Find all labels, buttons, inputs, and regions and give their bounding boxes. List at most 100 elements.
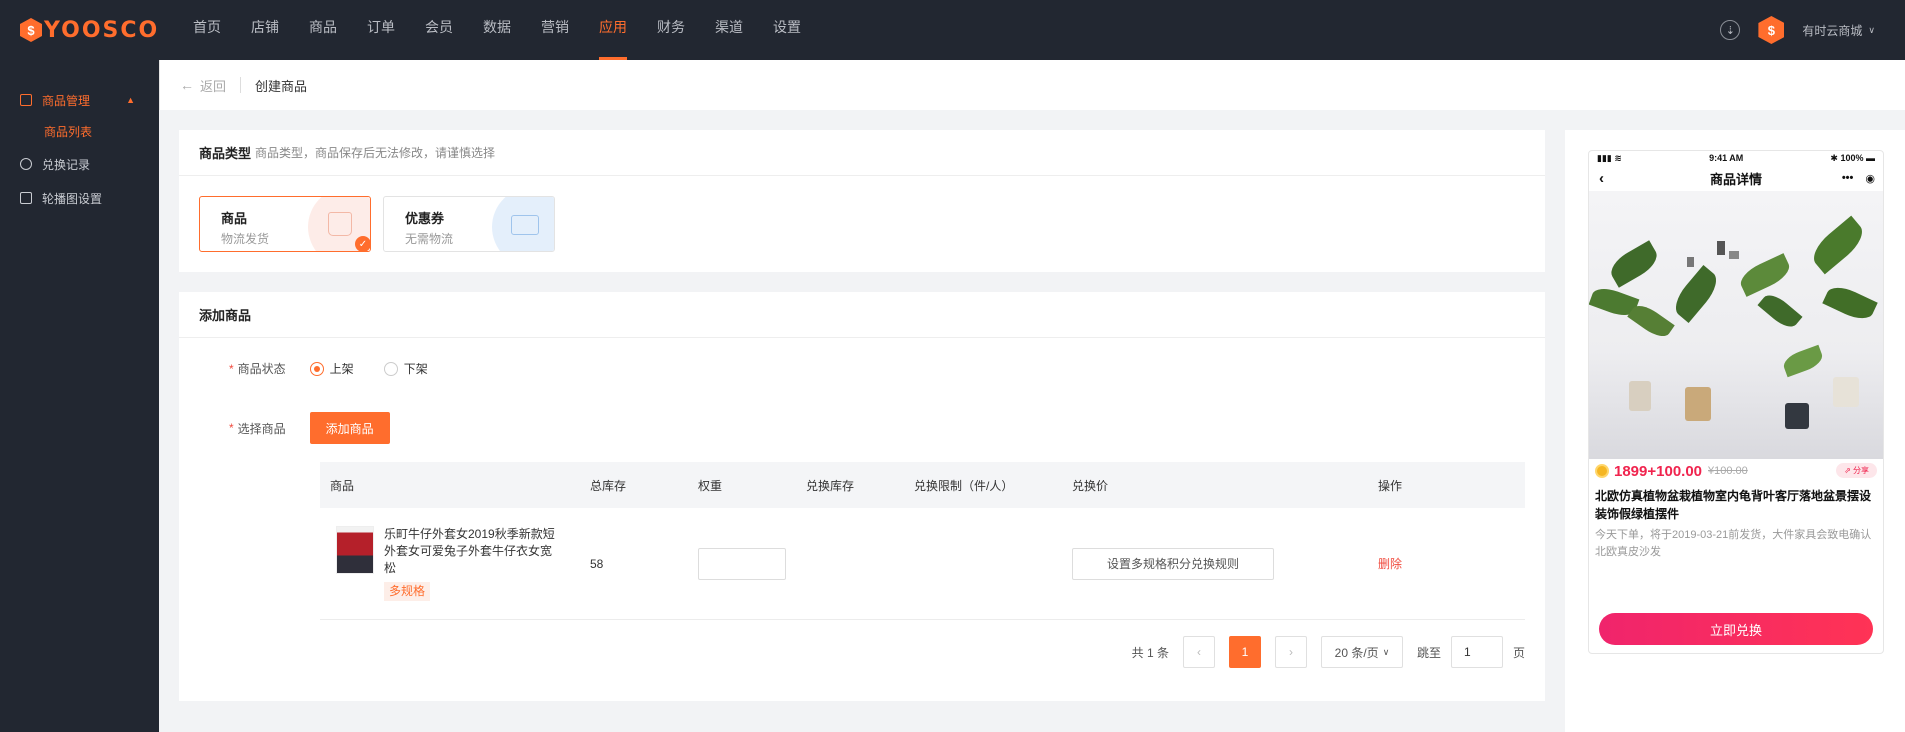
store-avatar[interactable]: $ bbox=[1758, 16, 1785, 44]
download-icon[interactable]: ⇣ bbox=[1720, 20, 1741, 40]
sidebar-item-label: 兑换记录 bbox=[42, 157, 91, 172]
phone-nav-bar: ‹ 商品详情 ••• ◉ bbox=[1589, 165, 1883, 191]
goods-type-title: 商品类型 bbox=[199, 146, 252, 161]
price-value: 1899+100.00 bbox=[1614, 462, 1703, 480]
breadcrumb: ← 返回 创建商品 bbox=[159, 60, 1905, 110]
share-button[interactable]: ⇗ 分享 bbox=[1836, 463, 1877, 478]
phone-status-bar: ▮▮▮ ≋ 9:41 AM ✱ 100% ▬ bbox=[1589, 151, 1883, 165]
carousel-icon bbox=[20, 192, 32, 204]
radio-on-shelf[interactable] bbox=[309, 361, 324, 376]
nav-item-store[interactable]: 店铺 bbox=[236, 0, 294, 60]
set-exchange-rule-button[interactable]: 设置多规格积分兑换规则 bbox=[1072, 547, 1274, 580]
picture-frame bbox=[1687, 257, 1694, 267]
radio-off-shelf-label[interactable]: 下架 bbox=[404, 360, 428, 377]
chevron-down-icon[interactable]: ∨ bbox=[1868, 25, 1875, 36]
sidebar: 商品管理 ▲ 商品列表 兑换记录 轮播图设置 bbox=[0, 60, 159, 732]
total-stock-value: 58 bbox=[590, 556, 604, 571]
goods-management-icon bbox=[20, 94, 32, 106]
product-title: 北欧仿真植物盆栽植物室内龟背叶客厅落地盆景摆设装饰假绿植摆件 bbox=[1595, 489, 1872, 521]
main-nav: 首页 店铺 商品 订单 会员 数据 营销 应用 财务 渠道 设置 bbox=[178, 0, 816, 60]
required-mark: * bbox=[229, 421, 234, 435]
sidebar-item-goods-list[interactable]: 商品列表 bbox=[0, 117, 159, 147]
pager-prev-button[interactable]: ‹ bbox=[1182, 636, 1215, 668]
back-label: 返回 bbox=[200, 78, 227, 94]
breadcrumb-divider bbox=[240, 77, 242, 93]
sidebar-item-carousel-settings[interactable]: 轮播图设置 bbox=[0, 181, 159, 215]
product-desc: 今天下单，将于2019-03-21前发货，大件家具会致电确认北欧真皮沙发 bbox=[1595, 529, 1872, 558]
col-exchange-stock: 兑换库存 bbox=[806, 478, 855, 493]
pager-next-button[interactable]: › bbox=[1274, 636, 1307, 668]
plant-leaf bbox=[1605, 240, 1663, 288]
back-button[interactable]: ← 返回 bbox=[180, 76, 226, 95]
target-icon: ◉ bbox=[1865, 172, 1875, 185]
check-icon: ✓ bbox=[355, 236, 370, 251]
phone-nav-title: 商品详情 bbox=[1709, 171, 1762, 187]
plant-leaf bbox=[1780, 344, 1826, 378]
sidebar-item-label: 轮播图设置 bbox=[42, 191, 103, 206]
table-row: 乐町牛仔外套女2019秋季新款短外套女可爱兔子外套牛仔衣女宽松 多规格 58 设… bbox=[320, 508, 1525, 620]
product-info: 1899+100.00 ¥100.00 ⇗ 分享 北欧仿真植物盆栽植物室内龟背叶… bbox=[1595, 459, 1879, 561]
exchange-now-button[interactable]: 立即兑换 bbox=[1599, 613, 1873, 645]
plant-pot bbox=[1833, 377, 1859, 407]
sidebar-group-goods-management[interactable]: 商品管理 ▲ bbox=[0, 83, 159, 117]
logo[interactable]: $ YOOSCO bbox=[20, 16, 159, 44]
plant-pot bbox=[1629, 381, 1651, 411]
nav-item-marketing[interactable]: 营销 bbox=[526, 0, 584, 60]
coin-icon bbox=[1595, 464, 1609, 478]
plant-pot bbox=[1785, 403, 1809, 429]
add-goods-button[interactable]: 添加商品 bbox=[309, 412, 390, 444]
page-title: 创建商品 bbox=[255, 78, 308, 94]
card-icon bbox=[511, 215, 539, 235]
goods-thumbnail[interactable] bbox=[336, 526, 374, 574]
pager-page-1[interactable]: 1 bbox=[1228, 636, 1261, 668]
page-size-value: 20 条/页 bbox=[1334, 645, 1379, 660]
weight-input[interactable] bbox=[698, 547, 786, 580]
nav-item-finance[interactable]: 财务 bbox=[642, 0, 700, 60]
jump-label: 跳至 bbox=[1416, 645, 1441, 660]
picture-frame bbox=[1717, 241, 1725, 255]
pagination: 共 1 条 ‹ 1 › 20 条/页 ∨ 跳至 1 页 bbox=[1132, 636, 1525, 668]
plant-pot bbox=[1685, 387, 1711, 421]
sidebar-item-exchange-records[interactable]: 兑换记录 bbox=[0, 147, 159, 181]
plant-leaf bbox=[1806, 215, 1870, 275]
logo-text: YOOSCO bbox=[44, 17, 160, 43]
pager-total: 共 1 条 bbox=[1131, 645, 1169, 660]
nav-item-home[interactable]: 首页 bbox=[178, 0, 236, 60]
type-card-coupon[interactable]: 优惠券 无需物流 bbox=[383, 196, 555, 252]
top-right-area: ⇣ $ 有时云商城 ∨ bbox=[1720, 14, 1875, 46]
original-price: ¥100.00 bbox=[1708, 465, 1748, 477]
share-label: 分享 bbox=[1853, 466, 1869, 475]
nav-item-channels[interactable]: 渠道 bbox=[700, 0, 758, 60]
radio-off-shelf[interactable] bbox=[383, 361, 398, 376]
type-card-goods[interactable]: 商品 物流发货 ✓ bbox=[199, 196, 371, 252]
select-goods-label: 选择商品 bbox=[237, 421, 286, 436]
page-size-select[interactable]: 20 条/页 ∨ bbox=[1320, 636, 1403, 668]
radio-on-shelf-label[interactable]: 上架 bbox=[330, 360, 354, 377]
more-icon: ••• bbox=[1841, 172, 1854, 184]
battery-indicator: ✱ 100% ▬ bbox=[1830, 152, 1875, 163]
phone-preview: ▮▮▮ ≋ 9:41 AM ✱ 100% ▬ ‹ 商品详情 ••• ◉ 1899… bbox=[1588, 150, 1884, 654]
chevron-left-icon: ‹ bbox=[1599, 169, 1604, 187]
nav-item-orders[interactable]: 订单 bbox=[352, 0, 410, 60]
battery-value: 100% bbox=[1840, 152, 1864, 163]
plant-leaf bbox=[1822, 281, 1878, 325]
goods-table: 商品 总库存 权重 兑换库存 兑换限制（件/人） 兑换价 操作 乐町牛仔外套女2… bbox=[320, 462, 1525, 620]
nav-item-data[interactable]: 数据 bbox=[468, 0, 526, 60]
type-cards: 商品 物流发货 ✓ 优惠券 无需物流 bbox=[199, 196, 567, 252]
col-weight: 权重 bbox=[698, 478, 723, 493]
plant-leaf bbox=[1736, 253, 1794, 297]
actions-cell: 删除 bbox=[1368, 555, 1468, 572]
jump-input[interactable]: 1 bbox=[1450, 636, 1503, 668]
nav-item-settings[interactable]: 设置 bbox=[758, 0, 816, 60]
store-name[interactable]: 有时云商城 bbox=[1802, 22, 1862, 39]
multi-spec-tag: 多规格 bbox=[384, 582, 431, 601]
goods-name[interactable]: 乐町牛仔外套女2019秋季新款短外套女可爱兔子外套牛仔衣女宽松 bbox=[384, 526, 562, 577]
delete-link[interactable]: 删除 bbox=[1378, 557, 1402, 571]
preview-panel: ▮▮▮ ≋ 9:41 AM ✱ 100% ▬ ‹ 商品详情 ••• ◉ 1899… bbox=[1565, 130, 1905, 732]
picture-frame bbox=[1729, 251, 1739, 259]
nav-item-members[interactable]: 会员 bbox=[410, 0, 468, 60]
price-row: 1899+100.00 ¥100.00 ⇗ 分享 bbox=[1595, 459, 1879, 483]
nav-item-goods[interactable]: 商品 bbox=[294, 0, 352, 60]
nav-item-apps[interactable]: 应用 bbox=[584, 0, 642, 60]
status-label: 商品状态 bbox=[237, 362, 286, 376]
